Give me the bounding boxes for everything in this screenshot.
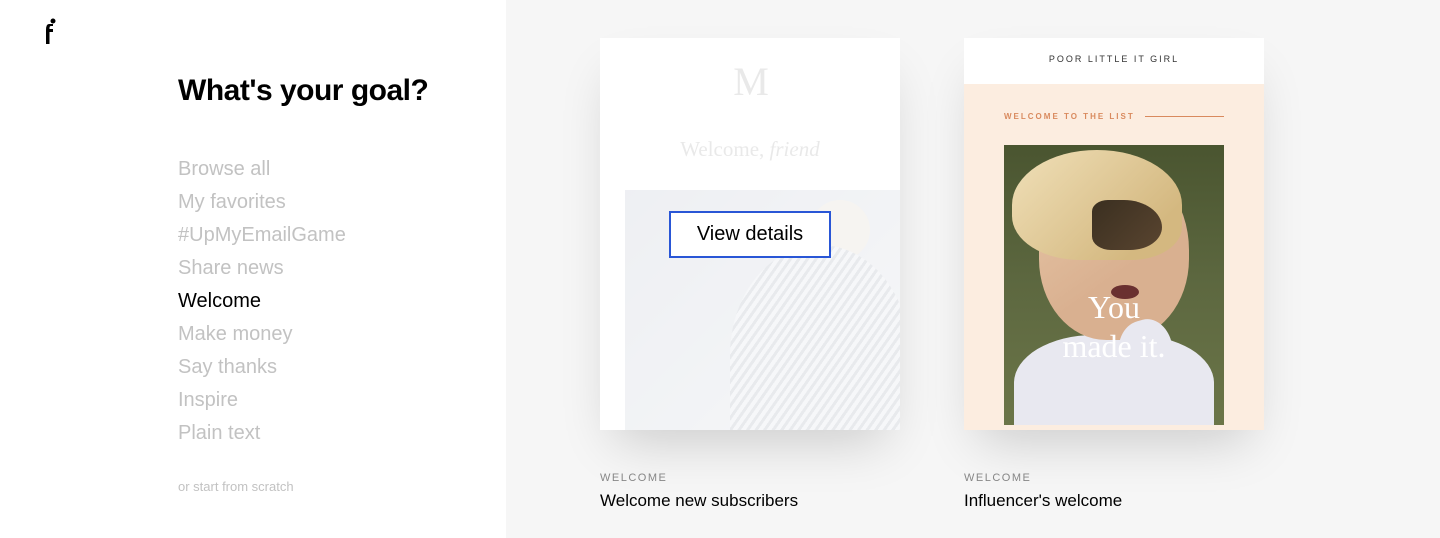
menu-item-inspire[interactable]: Inspire	[178, 389, 466, 412]
menu-item-welcome[interactable]: Welcome	[178, 290, 466, 313]
menu-item-say-thanks[interactable]: Say thanks	[178, 356, 466, 379]
template-preview: M Welcome, friend View details	[600, 38, 900, 430]
overlay-text: You made it.	[1004, 288, 1224, 365]
menu-item-plain-text[interactable]: Plain text	[178, 422, 466, 445]
card-hover-overlay: View details	[600, 38, 900, 430]
sidebar: What's your goal? Browse all My favorite…	[0, 0, 506, 538]
template-gallery: M Welcome, friend View details WELCOME W…	[506, 0, 1440, 538]
template-subtitle: WELCOME TO THE LIST	[1004, 112, 1224, 121]
template-preview: POOR LITTLE IT GIRL WELCOME TO THE LIST	[964, 38, 1264, 430]
menu-item-upmyemailgame[interactable]: #UpMyEmailGame	[178, 224, 466, 247]
brand-logo	[42, 18, 57, 52]
menu-item-share-news[interactable]: Share news	[178, 257, 466, 280]
page-title: What's your goal?	[178, 74, 466, 108]
subtitle-text: WELCOME TO THE LIST	[1004, 112, 1135, 121]
template-brand-name: POOR LITTLE IT GIRL	[964, 38, 1264, 84]
template-hero-image: You made it.	[1004, 145, 1224, 425]
menu-item-my-favorites[interactable]: My favorites	[178, 191, 466, 214]
overlay-line2: made it.	[1062, 328, 1165, 364]
template-card[interactable]: POOR LITTLE IT GIRL WELCOME TO THE LIST	[964, 38, 1264, 538]
menu-item-browse-all[interactable]: Browse all	[178, 158, 466, 181]
template-title: Influencer's welcome	[964, 491, 1264, 511]
menu-item-make-money[interactable]: Make money	[178, 323, 466, 346]
overlay-line1: You	[1088, 289, 1140, 325]
template-category: WELCOME	[600, 472, 900, 484]
template-title: Welcome new subscribers	[600, 491, 900, 511]
template-card[interactable]: M Welcome, friend View details WELCOME W…	[600, 38, 900, 538]
view-details-button[interactable]: View details	[669, 211, 831, 258]
divider-line	[1145, 116, 1224, 117]
start-from-scratch-link[interactable]: or start from scratch	[178, 479, 466, 494]
goal-menu: Browse all My favorites #UpMyEmailGame S…	[178, 158, 466, 445]
template-category: WELCOME	[964, 472, 1264, 484]
